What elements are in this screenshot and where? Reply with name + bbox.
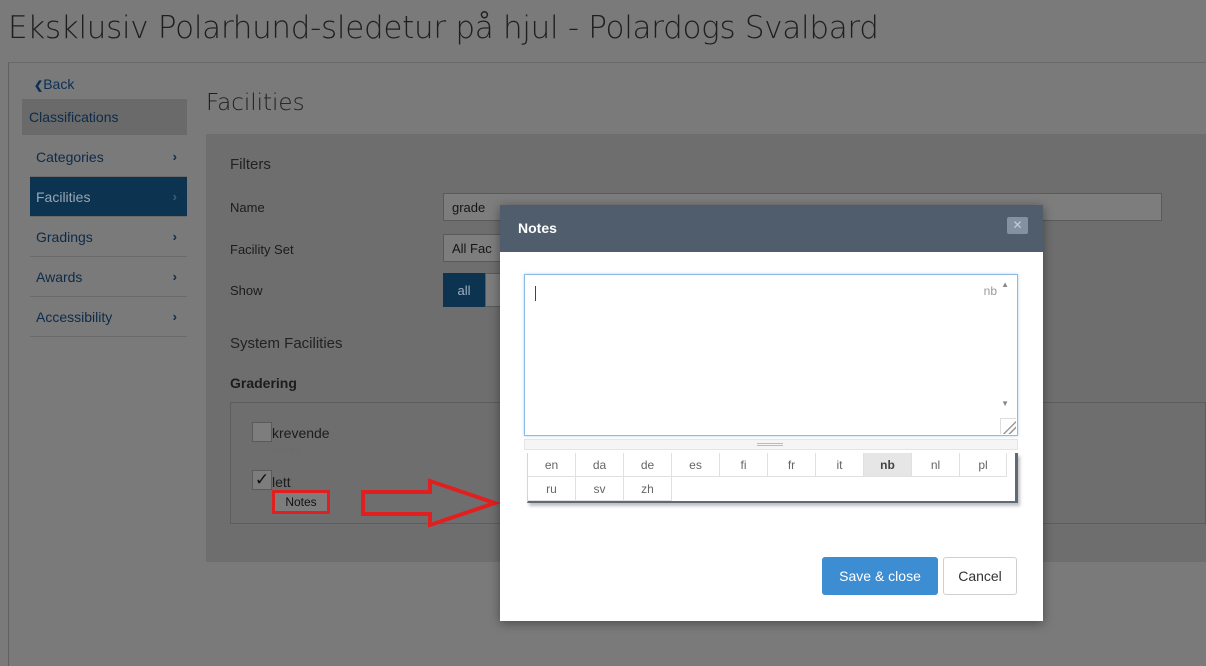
sidebar-item-label: Accessibility — [36, 308, 113, 325]
arrow-shape — [361, 478, 500, 528]
lang-sv[interactable]: sv — [576, 477, 624, 501]
chevron-right-icon: › — [172, 189, 177, 204]
sidebar-item-label: Awards — [36, 268, 83, 285]
page-title: Eksklusiv Polarhund-sledetur på hjul - P… — [8, 10, 879, 46]
chevron-right-icon: › — [172, 229, 177, 244]
splitter-handle[interactable] — [524, 439, 1018, 450]
chevron-left-icon: ❮ — [34, 80, 44, 92]
show-all-button[interactable]: all — [443, 273, 485, 307]
lang-fr[interactable]: fr — [768, 453, 816, 477]
lang-zh[interactable]: zh — [624, 477, 672, 501]
text-cursor — [535, 286, 536, 301]
lett-checkbox[interactable]: ✓ — [252, 470, 272, 490]
current-language-tag: nb — [983, 284, 997, 298]
lang-es[interactable]: es — [672, 453, 720, 477]
sidebar-item-awards[interactable]: Awards › — [30, 257, 187, 297]
chevron-right-icon: › — [172, 149, 177, 164]
save-and-close-button[interactable]: Save & close — [822, 557, 938, 595]
lang-ru[interactable]: ru — [528, 477, 576, 501]
resize-handle-icon[interactable] — [1000, 418, 1016, 434]
notes-button-lett[interactable]: Notes — [272, 490, 330, 514]
sidebar-item-accessibility[interactable]: Accessibility › — [30, 297, 187, 337]
back-link-label: Back — [43, 76, 75, 92]
lang-nl[interactable]: nl — [912, 453, 960, 477]
checkmark-icon: ✓ — [254, 470, 270, 489]
gradering-heading: Gradering — [230, 375, 297, 391]
system-facilities-heading: System Facilities — [230, 335, 343, 352]
facility-set-label: Facility Set — [230, 242, 294, 257]
section-title: Facilities — [206, 90, 305, 116]
facility-name-krevende: krevende — [272, 425, 330, 441]
annotation-arrow-icon — [361, 478, 500, 528]
sidebar-item-label: Categories — [36, 148, 104, 165]
krevende-checkbox[interactable] — [252, 422, 272, 442]
scroll-down-icon[interactable]: ▼ — [1001, 399, 1009, 408]
filters-heading: Filters — [230, 156, 271, 173]
language-selector: en da de es fi fr it nb nl pl ru sv zh — [527, 453, 1018, 503]
close-icon[interactable]: ✕ — [1007, 217, 1028, 234]
sidebar-nav: Categories › Facilities › Gradings › Awards… — [30, 137, 187, 337]
show-label: Show — [230, 283, 263, 298]
lang-fi[interactable]: fi — [720, 453, 768, 477]
lang-nb[interactable]: nb — [864, 453, 912, 477]
grip-icon — [757, 443, 783, 446]
facility-name-lett: lett — [272, 474, 291, 490]
name-filter-label: Name — [230, 200, 265, 215]
scroll-up-icon[interactable]: ▲ — [1001, 280, 1009, 289]
show-option-button[interactable] — [485, 273, 501, 307]
lang-it[interactable]: it — [816, 453, 864, 477]
sidebar-item-categories[interactable]: Categories › — [30, 137, 187, 177]
back-link[interactable]: ❮Back — [34, 76, 74, 92]
lang-pl[interactable]: pl — [960, 453, 1007, 477]
lang-en[interactable]: en — [528, 453, 576, 477]
cancel-button[interactable]: Cancel — [943, 557, 1017, 595]
sidebar-item-gradings[interactable]: Gradings › — [30, 217, 187, 257]
sidebar-item-facilities[interactable]: Facilities › — [30, 177, 187, 217]
facility-set-select[interactable]: All Fac — [443, 234, 503, 262]
chevron-right-icon: › — [172, 309, 177, 324]
lang-de[interactable]: de — [624, 453, 672, 477]
notes-modal: Notes ✕ nb ▲ ▼ en da de es fi fr it nb n… — [500, 205, 1043, 621]
sidebar-heading: Classifications — [22, 99, 187, 135]
modal-header: Notes ✕ — [500, 205, 1043, 252]
modal-title: Notes — [518, 220, 557, 236]
lang-da[interactable]: da — [576, 453, 624, 477]
sidebar-item-label: Facilities — [36, 188, 91, 205]
chevron-right-icon: › — [172, 269, 177, 284]
sidebar-item-label: Gradings — [36, 228, 93, 245]
notes-link-krevende[interactable]: Notes — [272, 445, 301, 457]
notes-textarea[interactable]: nb ▲ ▼ — [524, 274, 1018, 436]
